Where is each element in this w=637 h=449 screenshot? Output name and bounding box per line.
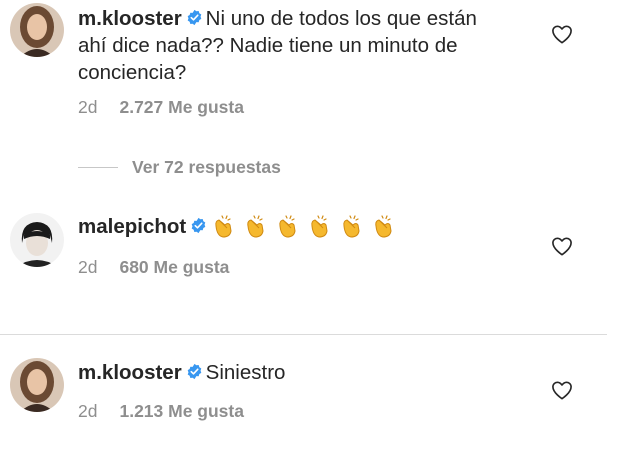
clapping-hands-emoji (274, 213, 300, 239)
avatar[interactable] (10, 358, 64, 412)
comment-body: m.klooster Ni uno de todos los que están … (78, 5, 508, 86)
clapping-hands-emoji (210, 213, 236, 239)
comment-time: 2d (78, 257, 98, 277)
section-divider (0, 334, 607, 335)
comment-meta: 2d 680 Me gusta (78, 257, 229, 278)
clap-emoji-row (210, 215, 402, 238)
view-replies-button[interactable]: Ver 72 respuestas (78, 157, 281, 178)
clapping-hands-emoji (306, 213, 332, 239)
comment-time: 2d (78, 97, 98, 117)
heart-outline-icon[interactable] (551, 24, 573, 44)
avatar[interactable] (10, 3, 64, 57)
username[interactable]: malepichot (78, 215, 186, 238)
comment-time: 2d (78, 401, 98, 421)
comment-text: Siniestro (205, 361, 286, 384)
view-replies-label: Ver 72 respuestas (132, 157, 281, 177)
likes-count[interactable]: 680 Me gusta (119, 257, 229, 277)
heart-outline-icon[interactable] (551, 380, 573, 400)
username[interactable]: m.klooster (78, 7, 182, 30)
replies-divider-line (78, 167, 118, 168)
clapping-hands-emoji (242, 213, 268, 239)
comment-body: m.klooster Siniestro (78, 359, 508, 386)
verified-badge-icon (190, 217, 207, 234)
verified-badge-icon (186, 363, 203, 380)
clapping-hands-emoji (338, 213, 364, 239)
likes-count[interactable]: 2.727 Me gusta (119, 97, 244, 117)
comment-meta: 2d 2.727 Me gusta (78, 97, 244, 118)
avatar[interactable] (10, 213, 64, 267)
username[interactable]: m.klooster (78, 361, 182, 384)
verified-badge-icon (186, 9, 203, 26)
likes-count[interactable]: 1.213 Me gusta (119, 401, 244, 421)
comment-body: malepichot👏👏👏👏👏👏 (78, 213, 508, 240)
clapping-hands-emoji (370, 213, 396, 239)
heart-outline-icon[interactable] (551, 236, 573, 256)
comment-meta: 2d 1.213 Me gusta (78, 401, 244, 422)
